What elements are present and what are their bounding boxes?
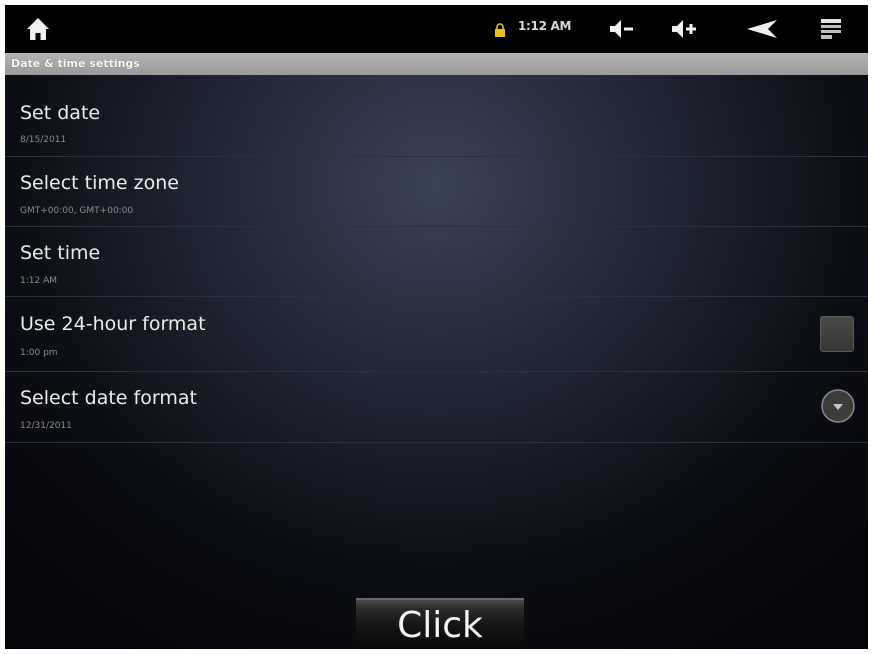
back-icon	[747, 20, 777, 38]
use-24-hour-checkbox[interactable]	[820, 316, 854, 352]
setting-select-date-format[interactable]: Select date format 12/31/2011	[5, 372, 868, 442]
settings-screen: 1:12 AM Date & time settings Set date 8/…	[5, 5, 868, 649]
screen-title: Date & time settings	[11, 57, 140, 70]
setting-title: Select date format	[20, 387, 197, 409]
date-format-dropdown-button[interactable]	[820, 388, 856, 424]
setting-use-24-hour-format[interactable]: Use 24-hour format 1:00 pm	[5, 297, 868, 371]
volume-down-button[interactable]	[607, 16, 635, 42]
setting-summary: 12/31/2011	[20, 421, 72, 431]
screen-title-bar: Date & time settings	[5, 53, 868, 75]
setting-set-time[interactable]: Set time 1:12 AM	[5, 227, 868, 296]
setting-title: Use 24-hour format	[20, 313, 206, 335]
click-button[interactable]: Click	[356, 598, 524, 649]
setting-summary: 8/15/2011	[20, 135, 67, 145]
setting-summary: 1:12 AM	[20, 276, 57, 286]
setting-select-time-zone[interactable]: Select time zone GMT+00:00, GMT+00:00	[5, 157, 868, 226]
home-button[interactable]	[25, 16, 51, 42]
back-button[interactable]	[743, 16, 779, 42]
setting-title: Set time	[20, 242, 101, 264]
setting-title: Set date	[20, 102, 101, 124]
setting-set-date[interactable]: Set date 8/15/2011	[5, 76, 868, 156]
setting-summary: GMT+00:00, GMT+00:00	[20, 206, 134, 216]
menu-button[interactable]	[817, 16, 845, 42]
setting-summary: 1:00 pm	[20, 348, 58, 358]
click-button-label: Click	[397, 605, 483, 646]
home-icon	[27, 18, 49, 40]
setting-title: Select time zone	[20, 172, 179, 194]
lock-icon	[494, 22, 506, 37]
volume-up-button[interactable]	[670, 16, 698, 42]
status-bar: 1:12 AM	[5, 5, 868, 53]
menu-icon	[821, 19, 841, 39]
divider	[5, 442, 868, 443]
chevron-down-icon	[821, 389, 855, 423]
status-clock: 1:12 AM	[518, 19, 572, 33]
volume-down-icon	[610, 20, 633, 38]
volume-up-icon	[672, 20, 696, 38]
